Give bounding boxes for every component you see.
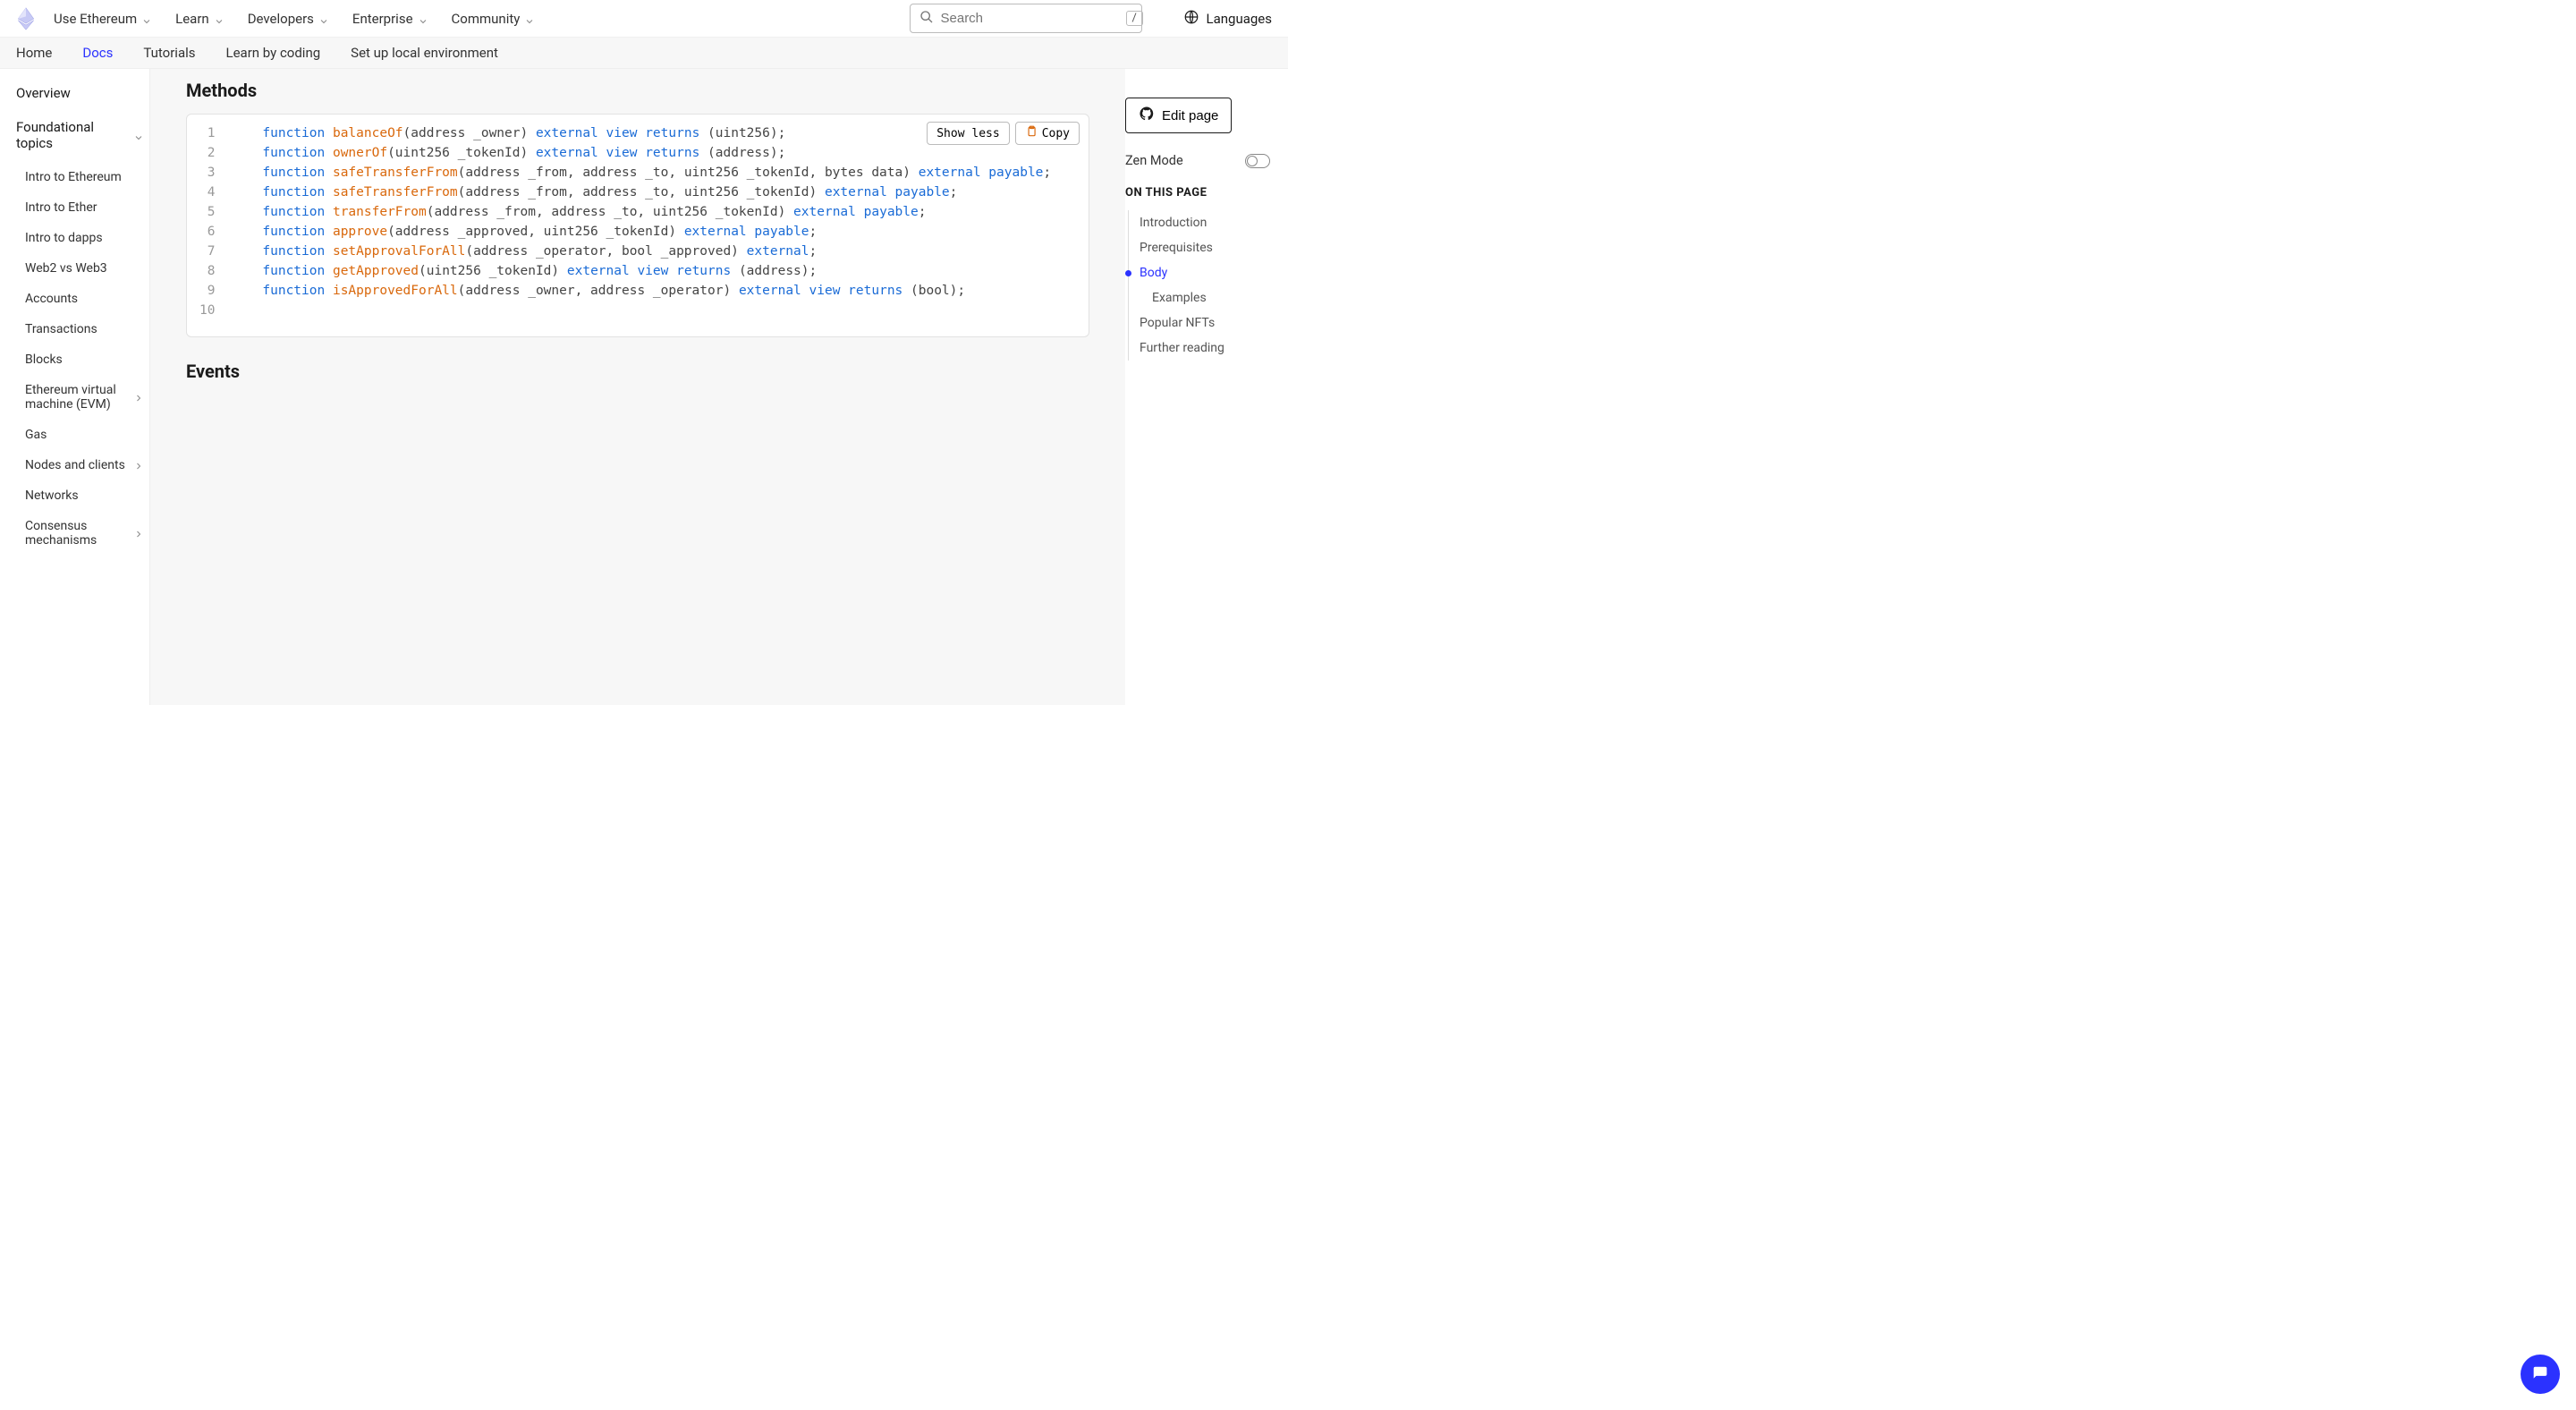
toc-item-further-reading[interactable]: Further reading <box>1140 336 1270 361</box>
code-line: function safeTransferFrom(address _from,… <box>231 183 1076 202</box>
chevron-right-icon <box>133 393 142 402</box>
sidebar-item-web2-vs-web3[interactable]: Web2 vs Web3 <box>25 253 149 284</box>
top-nav: Use Ethereum Learn Developers Enterprise Com… <box>0 0 1288 38</box>
subnav-item-docs[interactable]: Docs <box>82 45 113 61</box>
heading-events: Events <box>186 361 1089 382</box>
sidebar-item-label: Blocks <box>25 352 63 367</box>
topnav-item-learn[interactable]: Learn <box>175 11 223 27</box>
sidebar-item-label: Transactions <box>25 322 97 336</box>
sidebar-item-gas[interactable]: Gas <box>25 420 149 450</box>
copy-button[interactable]: Copy <box>1015 122 1080 145</box>
search-box[interactable]: / <box>910 4 1142 33</box>
code-line: function ownerOf(uint256 _tokenId) exter… <box>231 143 1076 163</box>
toc-item-introduction[interactable]: Introduction <box>1140 210 1270 235</box>
code-line: function approve(address _approved, uint… <box>231 222 1076 242</box>
sidebar-item-nodes-and-clients[interactable]: Nodes and clients <box>25 450 149 480</box>
topnav-item-community[interactable]: Community <box>452 11 534 27</box>
topnav-item-label: Use Ethereum <box>54 11 137 27</box>
sidebar-item-label: Intro to dapps <box>25 231 103 245</box>
zen-mode-toggle[interactable] <box>1245 154 1270 168</box>
code-area[interactable]: 12345678910 function balanceOf(address _… <box>199 123 1076 320</box>
sidebar-item-label: Intro to Ethereum <box>25 170 122 184</box>
right-column: Edit page Zen Mode ON THIS PAGE Introduc… <box>1125 69 1288 705</box>
subnav-item-learn-by-coding[interactable]: Learn by coding <box>226 45 321 61</box>
code-card-methods: Show less Copy 12345678910 function bala… <box>186 114 1089 337</box>
sidebar-item-label: Web2 vs Web3 <box>25 261 107 276</box>
toc: IntroductionPrerequisitesBodyExamplesPop… <box>1128 210 1270 361</box>
code-line: function isApprovedForAll(address _owner… <box>231 281 1076 301</box>
languages-label: Languages <box>1207 11 1273 27</box>
subnav-item-set-up-local-environment[interactable]: Set up local environment <box>351 45 498 61</box>
topnav-item-use-ethereum[interactable]: Use Ethereum <box>54 11 150 27</box>
sidebar-item-accounts[interactable]: Accounts <box>25 284 149 314</box>
zen-mode-row: Zen Mode <box>1125 153 1270 168</box>
code-line: function getApproved(uint256 _tokenId) e… <box>231 261 1076 281</box>
toc-heading: ON THIS PAGE <box>1125 186 1270 200</box>
main-content[interactable]: Methods Show less Copy 12345678910 funct… <box>150 69 1125 705</box>
feedback-fab[interactable] <box>2521 1355 2560 1394</box>
top-nav-links: Use Ethereum Learn Developers Enterprise Com… <box>54 11 533 27</box>
code-gutter: 12345678910 <box>199 123 231 320</box>
chevron-down-icon <box>141 14 150 23</box>
topnav-item-label: Community <box>452 11 521 27</box>
globe-icon <box>1183 9 1199 29</box>
chevron-down-icon <box>318 14 327 23</box>
languages-button[interactable]: Languages <box>1183 9 1273 29</box>
topnav-item-label: Enterprise <box>352 11 413 27</box>
toc-item-examples[interactable]: Examples <box>1140 285 1270 310</box>
toc-item-body[interactable]: Body <box>1140 260 1270 285</box>
toc-item-prerequisites[interactable]: Prerequisites <box>1140 235 1270 260</box>
toc-item-popular-nfts[interactable]: Popular NFTs <box>1140 310 1270 336</box>
edit-page-button[interactable]: Edit page <box>1125 98 1232 133</box>
github-icon <box>1139 106 1155 125</box>
dark-mode-icon[interactable] <box>1155 9 1171 29</box>
code-line: function transferFrom(address _from, add… <box>231 202 1076 222</box>
sidebar-item-label: Nodes and clients <box>25 458 125 472</box>
subnav-item-home[interactable]: Home <box>16 45 52 61</box>
code-line: function safeTransferFrom(address _from,… <box>231 163 1076 183</box>
show-less-button[interactable]: Show less <box>927 122 1009 145</box>
sidebar-overview[interactable]: Overview <box>16 81 149 114</box>
chevron-right-icon <box>133 461 142 470</box>
chevron-down-icon <box>418 14 427 23</box>
subnav-item-tutorials[interactable]: Tutorials <box>143 45 195 61</box>
sidebar-list: Intro to Ethereum Intro to Ether Intro to … <box>16 157 149 556</box>
search-kbd-hint: / <box>1126 11 1143 26</box>
sidebar-item-label: Gas <box>25 428 47 442</box>
topnav-item-enterprise[interactable]: Enterprise <box>352 11 427 27</box>
search-icon <box>919 10 934 28</box>
sidebar-item-ethereum-virtual-machine-evm-[interactable]: Ethereum virtual machine (EVM) <box>25 375 149 420</box>
code-line: function setApprovalForAll(address _oper… <box>231 242 1076 261</box>
topnav-item-label: Learn <box>175 11 209 27</box>
chevron-down-icon <box>214 14 223 23</box>
sidebar-item-label: Accounts <box>25 292 78 306</box>
sidebar-section-foundational[interactable]: Foundational topics <box>16 114 149 157</box>
sidebar-item-blocks[interactable]: Blocks <box>25 344 149 375</box>
clipboard-icon <box>1025 125 1038 141</box>
sidebar-item-intro-to-ether[interactable]: Intro to Ether <box>25 192 149 223</box>
sidebar-item-label: Intro to Ether <box>25 200 97 215</box>
topnav-item-developers[interactable]: Developers <box>248 11 327 27</box>
sidebar-section-label: Foundational topics <box>16 119 133 151</box>
code-line <box>231 301 1076 320</box>
sidebar-item-label: Ethereum virtual machine (EVM) <box>25 383 133 412</box>
sidebar-item-label: Networks <box>25 488 79 503</box>
sidebar-item-transactions[interactable]: Transactions <box>25 314 149 344</box>
zen-mode-label: Zen Mode <box>1125 153 1183 168</box>
chevron-down-icon <box>524 14 533 23</box>
sidebar[interactable]: Overview Foundational topics Intro to Et… <box>0 69 150 705</box>
sidebar-item-networks[interactable]: Networks <box>25 480 149 511</box>
heading-methods: Methods <box>186 80 1089 101</box>
sidebar-item-intro-to-ethereum[interactable]: Intro to Ethereum <box>25 162 149 192</box>
chevron-down-icon <box>133 131 142 140</box>
sidebar-item-consensus-mechanisms[interactable]: Consensus mechanisms <box>25 511 149 556</box>
code-lines: function balanceOf(address _owner) exter… <box>231 123 1076 320</box>
topnav-item-label: Developers <box>248 11 314 27</box>
ethereum-logo-icon[interactable] <box>16 6 36 31</box>
chevron-right-icon <box>133 529 142 538</box>
search-input[interactable] <box>941 11 1119 26</box>
sub-nav: Home Docs Tutorials Learn by coding Set up l… <box>0 38 1288 69</box>
sidebar-item-label: Consensus mechanisms <box>25 519 133 548</box>
sidebar-item-intro-to-dapps[interactable]: Intro to dapps <box>25 223 149 253</box>
